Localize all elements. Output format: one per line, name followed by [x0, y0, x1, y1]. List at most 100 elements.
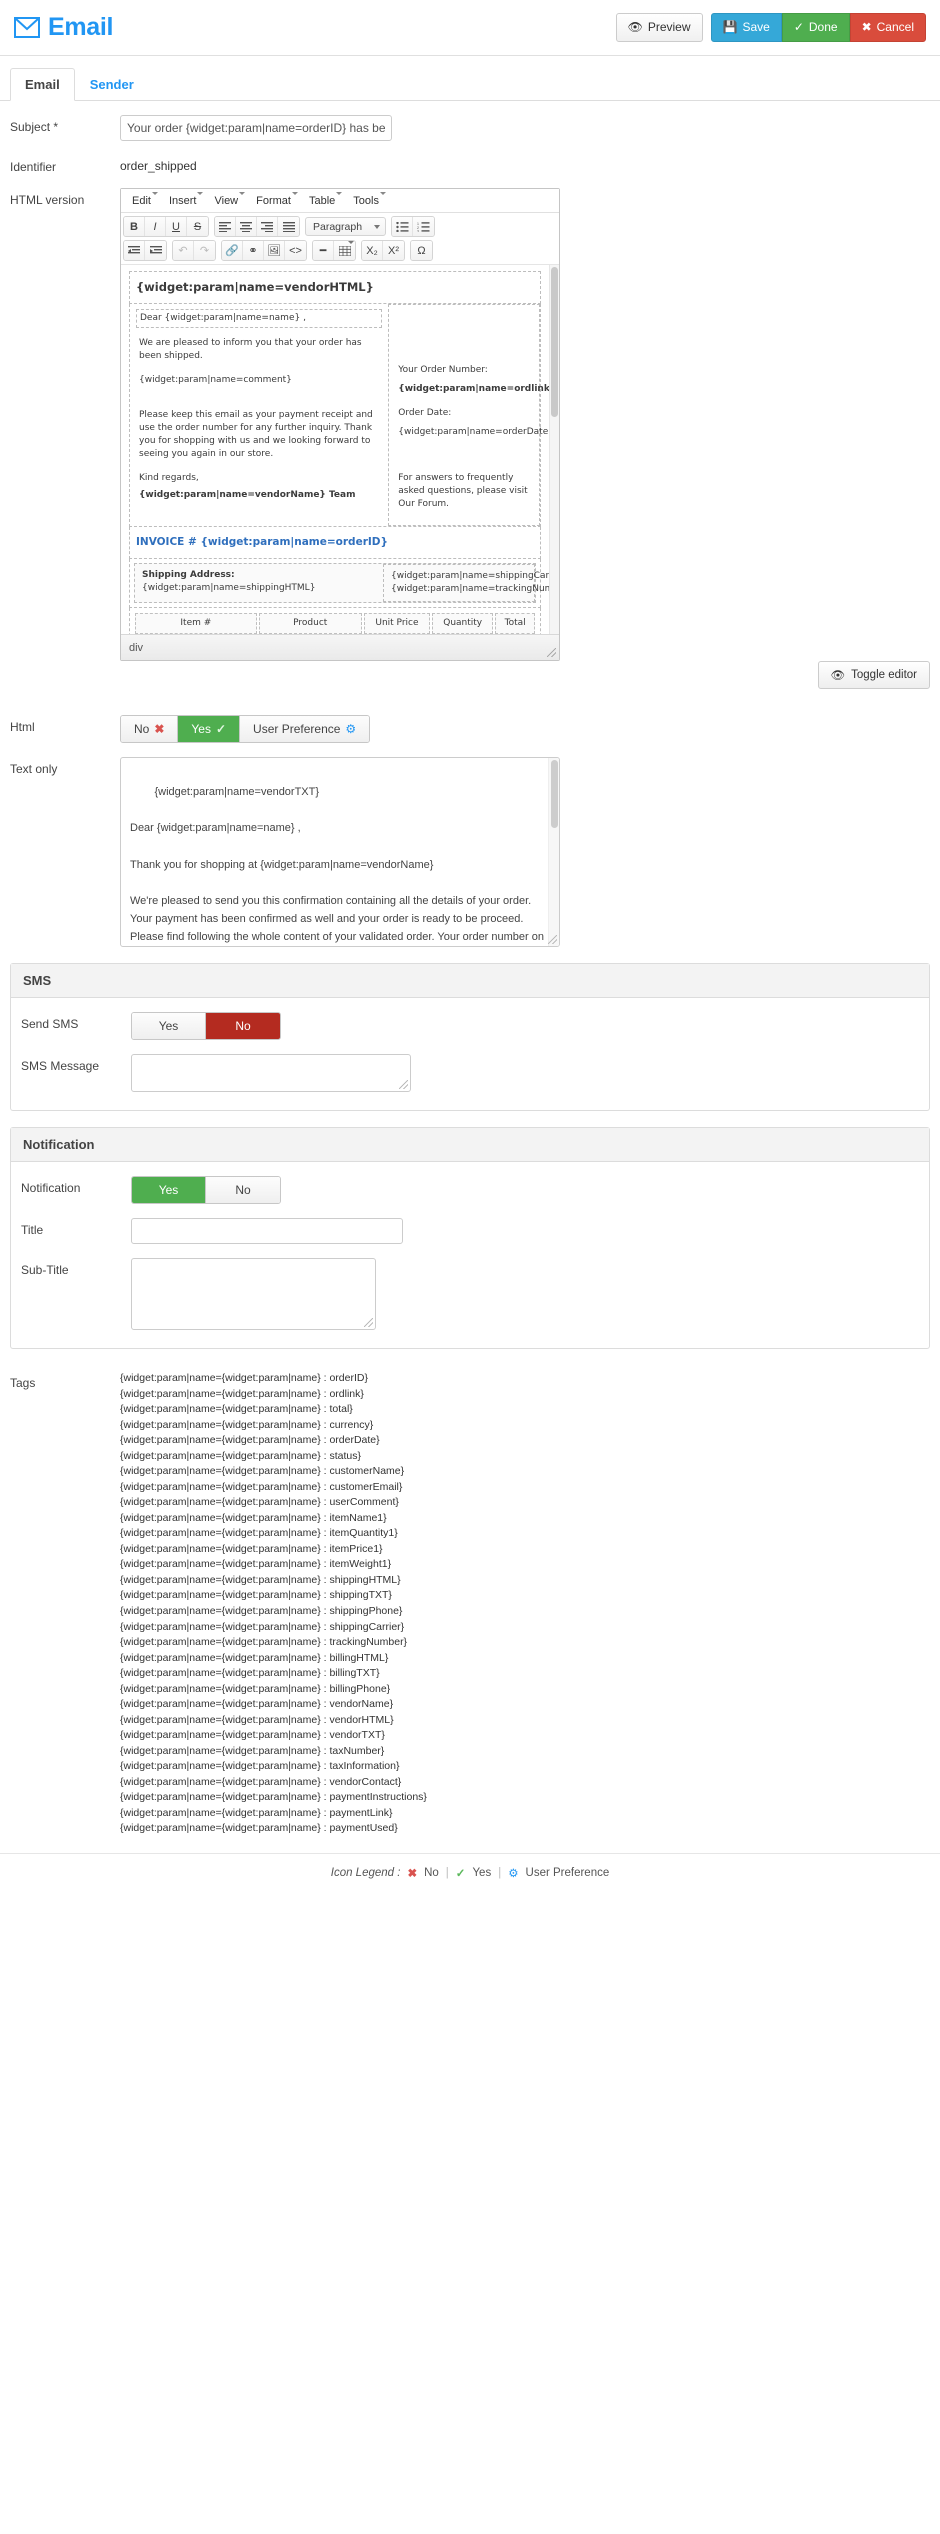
menu-view[interactable]: View — [205, 191, 247, 210]
cancel-button[interactable]: ✖ Cancel — [849, 13, 926, 42]
bold-icon[interactable]: B — [124, 217, 145, 236]
outdent-icon[interactable] — [124, 241, 145, 260]
tab-sender-label: Sender — [89, 77, 134, 92]
html-toggle-user-preference[interactable]: User Preference ⚙ — [240, 716, 370, 742]
tag-item[interactable]: {widget:param|name={widget:param|name} :… — [120, 1806, 427, 1822]
menu-format[interactable]: Format — [247, 191, 300, 210]
horizontal-rule-icon[interactable]: ━ — [313, 241, 334, 260]
editor-scrollbar[interactable] — [549, 265, 559, 634]
send-sms-no[interactable]: No — [206, 1013, 280, 1039]
tag-item[interactable]: {widget:param|name={widget:param|name} :… — [120, 1557, 427, 1573]
editor-resize-handle[interactable] — [547, 648, 556, 657]
tag-item[interactable]: {widget:param|name={widget:param|name} :… — [120, 1511, 427, 1527]
tab-email[interactable]: Email — [10, 68, 75, 101]
underline-icon[interactable]: U — [166, 217, 187, 236]
tag-item[interactable]: {widget:param|name={widget:param|name} :… — [120, 1790, 427, 1806]
legend-no-label: No — [424, 1866, 439, 1879]
subscript-icon[interactable]: X₂ — [362, 241, 383, 260]
tag-item[interactable]: {widget:param|name={widget:param|name} :… — [120, 1371, 427, 1387]
sms-message-resize-handle[interactable] — [399, 1080, 408, 1089]
indent-icon[interactable] — [145, 241, 166, 260]
tag-item[interactable]: {widget:param|name={widget:param|name} :… — [120, 1744, 427, 1760]
sms-message-textarea[interactable] — [131, 1054, 411, 1092]
tag-item[interactable]: {widget:param|name={widget:param|name} :… — [120, 1449, 427, 1465]
tag-item[interactable]: {widget:param|name={widget:param|name} :… — [120, 1573, 427, 1589]
align-justify-icon[interactable] — [278, 217, 299, 236]
undo-icon[interactable]: ↶ — [173, 241, 194, 260]
menu-tools[interactable]: Tools — [344, 191, 388, 210]
tag-item[interactable]: {widget:param|name={widget:param|name} :… — [120, 1402, 427, 1418]
strikethrough-icon[interactable]: S — [187, 217, 208, 236]
tag-item[interactable]: {widget:param|name={widget:param|name} :… — [120, 1433, 427, 1449]
text-only-textarea[interactable]: {widget:param|name=vendorTXT} Dear {widg… — [120, 757, 560, 947]
tag-item[interactable]: {widget:param|name={widget:param|name} :… — [120, 1464, 427, 1480]
tag-item[interactable]: {widget:param|name={widget:param|name} :… — [120, 1713, 427, 1729]
special-char-icon[interactable]: Ω — [411, 241, 432, 260]
tag-item[interactable]: {widget:param|name={widget:param|name} :… — [120, 1588, 427, 1604]
numbered-list-icon[interactable]: 123 — [413, 217, 435, 236]
richtext-editor[interactable]: Edit Insert View Format Table Tools B I … — [120, 188, 560, 661]
bullet-list-icon[interactable] — [392, 217, 414, 236]
editor-scrollbar-thumb[interactable] — [551, 267, 558, 417]
list-group: 123 — [391, 216, 436, 237]
preview-button[interactable]: 👁 Preview — [615, 13, 703, 42]
text-only-resize-handle[interactable] — [548, 935, 557, 944]
source-code-icon[interactable]: <> — [285, 241, 306, 260]
align-right-icon[interactable] — [257, 217, 278, 236]
superscript-icon[interactable]: X² — [383, 241, 404, 260]
notification-no[interactable]: No — [206, 1177, 280, 1203]
notification-yes[interactable]: Yes — [132, 1177, 206, 1203]
tag-item[interactable]: {widget:param|name={widget:param|name} :… — [120, 1759, 427, 1775]
text-only-scrollbar[interactable] — [548, 758, 559, 946]
tag-item[interactable]: {widget:param|name={widget:param|name} :… — [120, 1542, 427, 1558]
done-button[interactable]: ✓ Done — [781, 13, 850, 42]
tag-item[interactable]: {widget:param|name={widget:param|name} :… — [120, 1418, 427, 1434]
editor-content-area[interactable]: {widget:param|name=vendorHTML} Dear {wid… — [121, 264, 559, 634]
unlink-icon[interactable]: ⚭ — [243, 241, 264, 260]
tab-sender[interactable]: Sender — [75, 68, 149, 101]
italic-icon[interactable]: I — [145, 217, 166, 236]
tag-item[interactable]: {widget:param|name={widget:param|name} :… — [120, 1495, 427, 1511]
notification-no-label: No — [235, 1183, 251, 1197]
image-icon[interactable]: 🖼 — [264, 241, 285, 260]
menu-insert[interactable]: Insert — [160, 191, 206, 210]
notification-title-input[interactable] — [131, 1218, 403, 1244]
tag-item[interactable]: {widget:param|name={widget:param|name} :… — [120, 1480, 427, 1496]
tick-icon: ✓ — [215, 722, 227, 736]
align-left-icon[interactable] — [215, 217, 236, 236]
tag-item[interactable]: {widget:param|name={widget:param|name} :… — [120, 1821, 427, 1837]
tag-item[interactable]: {widget:param|name={widget:param|name} :… — [120, 1604, 427, 1620]
text-only-row: Text only {widget:param|name=vendorTXT} … — [10, 757, 930, 947]
align-center-icon[interactable] — [236, 217, 257, 236]
toggle-editor-button[interactable]: 👁 Toggle editor — [817, 661, 930, 689]
shipping-carrier-token: {widget:param|name=shippingCarrier} — [391, 571, 559, 582]
tag-item[interactable]: {widget:param|name={widget:param|name} :… — [120, 1666, 427, 1682]
redo-icon[interactable]: ↷ — [194, 241, 215, 260]
html-toggle-yes[interactable]: Yes ✓ — [178, 716, 241, 742]
notification-subtitle-resize-handle[interactable] — [364, 1318, 373, 1327]
th-total: Total — [495, 613, 535, 634]
items-table-block: Item # Product Unit Price Quantity Total… — [129, 608, 541, 634]
tag-item[interactable]: {widget:param|name={widget:param|name} :… — [120, 1775, 427, 1791]
save-button[interactable]: 💾 Save — [710, 13, 782, 42]
indent-group — [123, 240, 167, 261]
tag-item[interactable]: {widget:param|name={widget:param|name} :… — [120, 1620, 427, 1636]
tag-item[interactable]: {widget:param|name={widget:param|name} :… — [120, 1697, 427, 1713]
tag-item[interactable]: {widget:param|name={widget:param|name} :… — [120, 1651, 427, 1667]
send-sms-yes[interactable]: Yes — [132, 1013, 206, 1039]
tag-item[interactable]: {widget:param|name={widget:param|name} :… — [120, 1728, 427, 1744]
subject-input[interactable] — [120, 115, 392, 141]
html-toggle-no[interactable]: No ✖ — [121, 716, 179, 742]
format-select[interactable]: Paragraph — [305, 217, 387, 236]
tag-item[interactable]: {widget:param|name={widget:param|name} :… — [120, 1387, 427, 1403]
html-toggle-user-preference-label: User Preference — [253, 722, 341, 736]
tag-item[interactable]: {widget:param|name={widget:param|name} :… — [120, 1635, 427, 1651]
tag-item[interactable]: {widget:param|name={widget:param|name} :… — [120, 1682, 427, 1698]
text-only-scrollbar-thumb[interactable] — [551, 760, 558, 828]
menu-edit[interactable]: Edit — [123, 191, 160, 210]
tag-item[interactable]: {widget:param|name={widget:param|name} :… — [120, 1526, 427, 1542]
link-icon[interactable]: 🔗 — [222, 241, 243, 260]
table-icon[interactable] — [334, 241, 355, 260]
menu-table[interactable]: Table — [300, 191, 344, 210]
notification-subtitle-textarea[interactable] — [131, 1258, 376, 1330]
